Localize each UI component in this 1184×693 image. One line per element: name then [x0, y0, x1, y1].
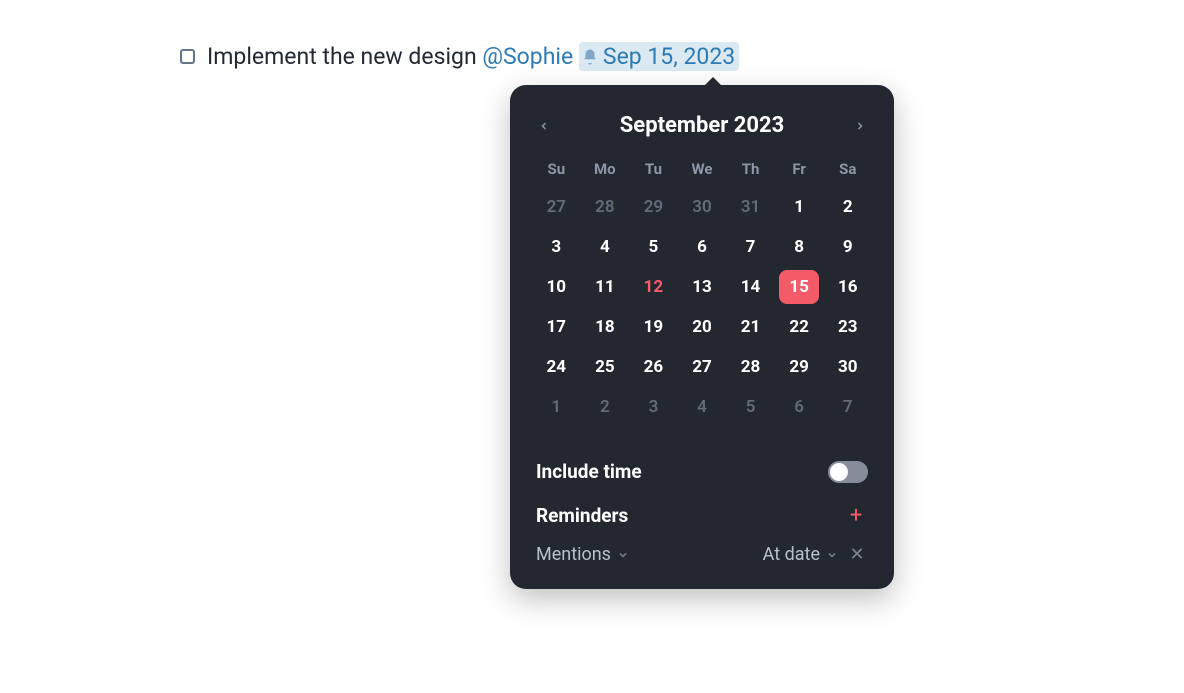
reminders-label: Reminders — [536, 504, 628, 527]
calendar-day[interactable]: 12 — [633, 270, 673, 304]
calendar-day: 2 — [585, 390, 625, 424]
calendar-day[interactable]: 7 — [731, 230, 771, 264]
weekday-label: Mo — [594, 160, 616, 178]
calendar-day[interactable]: 18 — [585, 310, 625, 344]
calendar-day: 3 — [633, 390, 673, 424]
weekday-label: Fr — [792, 160, 806, 178]
date-popover: September 2023 SuMoTuWeThFrSa27282930311… — [510, 85, 894, 589]
calendar-day: 5 — [731, 390, 771, 424]
reminders-header-row: Reminders + — [532, 493, 872, 538]
weekday-label: Sa — [839, 160, 856, 178]
calendar-day[interactable]: 16 — [828, 270, 868, 304]
reminder-type-select[interactable]: Mentions — [536, 544, 629, 565]
calendar-day[interactable]: 21 — [731, 310, 771, 344]
calendar-day: 30 — [682, 190, 722, 224]
calendar-day[interactable]: 10 — [536, 270, 576, 304]
calendar-day[interactable]: 6 — [682, 230, 722, 264]
mention-token[interactable]: @Sophie — [482, 43, 573, 70]
calendar-day: 1 — [536, 390, 576, 424]
next-month-button[interactable] — [848, 114, 872, 138]
calendar-day: 27 — [536, 190, 576, 224]
reminder-item: Mentions At date ✕ — [532, 538, 872, 565]
popover-arrow — [704, 77, 722, 86]
calendar-day[interactable]: 9 — [828, 230, 868, 264]
calendar-day[interactable]: 3 — [536, 230, 576, 264]
date-token-label: Sep 15, 2023 — [603, 43, 735, 70]
include-time-label: Include time — [536, 460, 642, 483]
month-title: September 2023 — [620, 113, 784, 138]
calendar-day[interactable]: 28 — [731, 350, 771, 384]
calendar-day[interactable]: 20 — [682, 310, 722, 344]
date-token[interactable]: Sep 15, 2023 — [579, 42, 739, 71]
remove-reminder-button[interactable]: ✕ — [846, 544, 868, 565]
calendar-day[interactable]: 24 — [536, 350, 576, 384]
calendar-day[interactable]: 8 — [779, 230, 819, 264]
calendar-day[interactable]: 13 — [682, 270, 722, 304]
prev-month-button[interactable] — [532, 114, 556, 138]
calendar-day[interactable]: 30 — [828, 350, 868, 384]
calendar-day[interactable]: 5 — [633, 230, 673, 264]
calendar-day[interactable]: 25 — [585, 350, 625, 384]
include-time-row: Include time — [532, 450, 872, 493]
toggle-knob — [830, 463, 848, 481]
calendar-day[interactable]: 27 — [682, 350, 722, 384]
reminder-type-label: Mentions — [536, 544, 611, 565]
chevron-down-icon — [826, 549, 838, 561]
weekday-label: Tu — [645, 160, 662, 178]
calendar-day[interactable]: 26 — [633, 350, 673, 384]
calendar-day[interactable]: 14 — [731, 270, 771, 304]
reminder-bell-icon — [581, 48, 599, 66]
calendar-day[interactable]: 4 — [585, 230, 625, 264]
calendar-day[interactable]: 23 — [828, 310, 868, 344]
task-checkbox[interactable] — [180, 49, 195, 64]
calendar-day[interactable]: 29 — [779, 350, 819, 384]
calendar-day: 6 — [779, 390, 819, 424]
weekday-label: We — [691, 160, 712, 178]
task-item: Implement the new design @Sophie Sep 15,… — [180, 42, 739, 71]
calendar-day: 29 — [633, 190, 673, 224]
calendar-day[interactable]: 17 — [536, 310, 576, 344]
calendar-day: 28 — [585, 190, 625, 224]
weekday-label: Th — [742, 160, 760, 178]
reminder-when-select[interactable]: At date — [763, 544, 838, 565]
calendar-day[interactable]: 1 — [779, 190, 819, 224]
chevron-down-icon — [617, 549, 629, 561]
calendar-day[interactable]: 15 — [779, 270, 819, 304]
reminder-when-label: At date — [763, 544, 820, 565]
task-text[interactable]: Implement the new design — [207, 43, 482, 70]
calendar-grid: SuMoTuWeThFrSa27282930311234567891011121… — [532, 160, 872, 424]
calendar-day: 4 — [682, 390, 722, 424]
calendar-day[interactable]: 22 — [779, 310, 819, 344]
weekday-label: Su — [547, 160, 565, 178]
calendar-day[interactable]: 19 — [633, 310, 673, 344]
calendar-day: 7 — [828, 390, 868, 424]
add-reminder-button[interactable]: + — [844, 503, 868, 528]
include-time-toggle[interactable] — [828, 461, 868, 483]
calendar-day: 31 — [731, 190, 771, 224]
calendar-day[interactable]: 11 — [585, 270, 625, 304]
calendar-day[interactable]: 2 — [828, 190, 868, 224]
